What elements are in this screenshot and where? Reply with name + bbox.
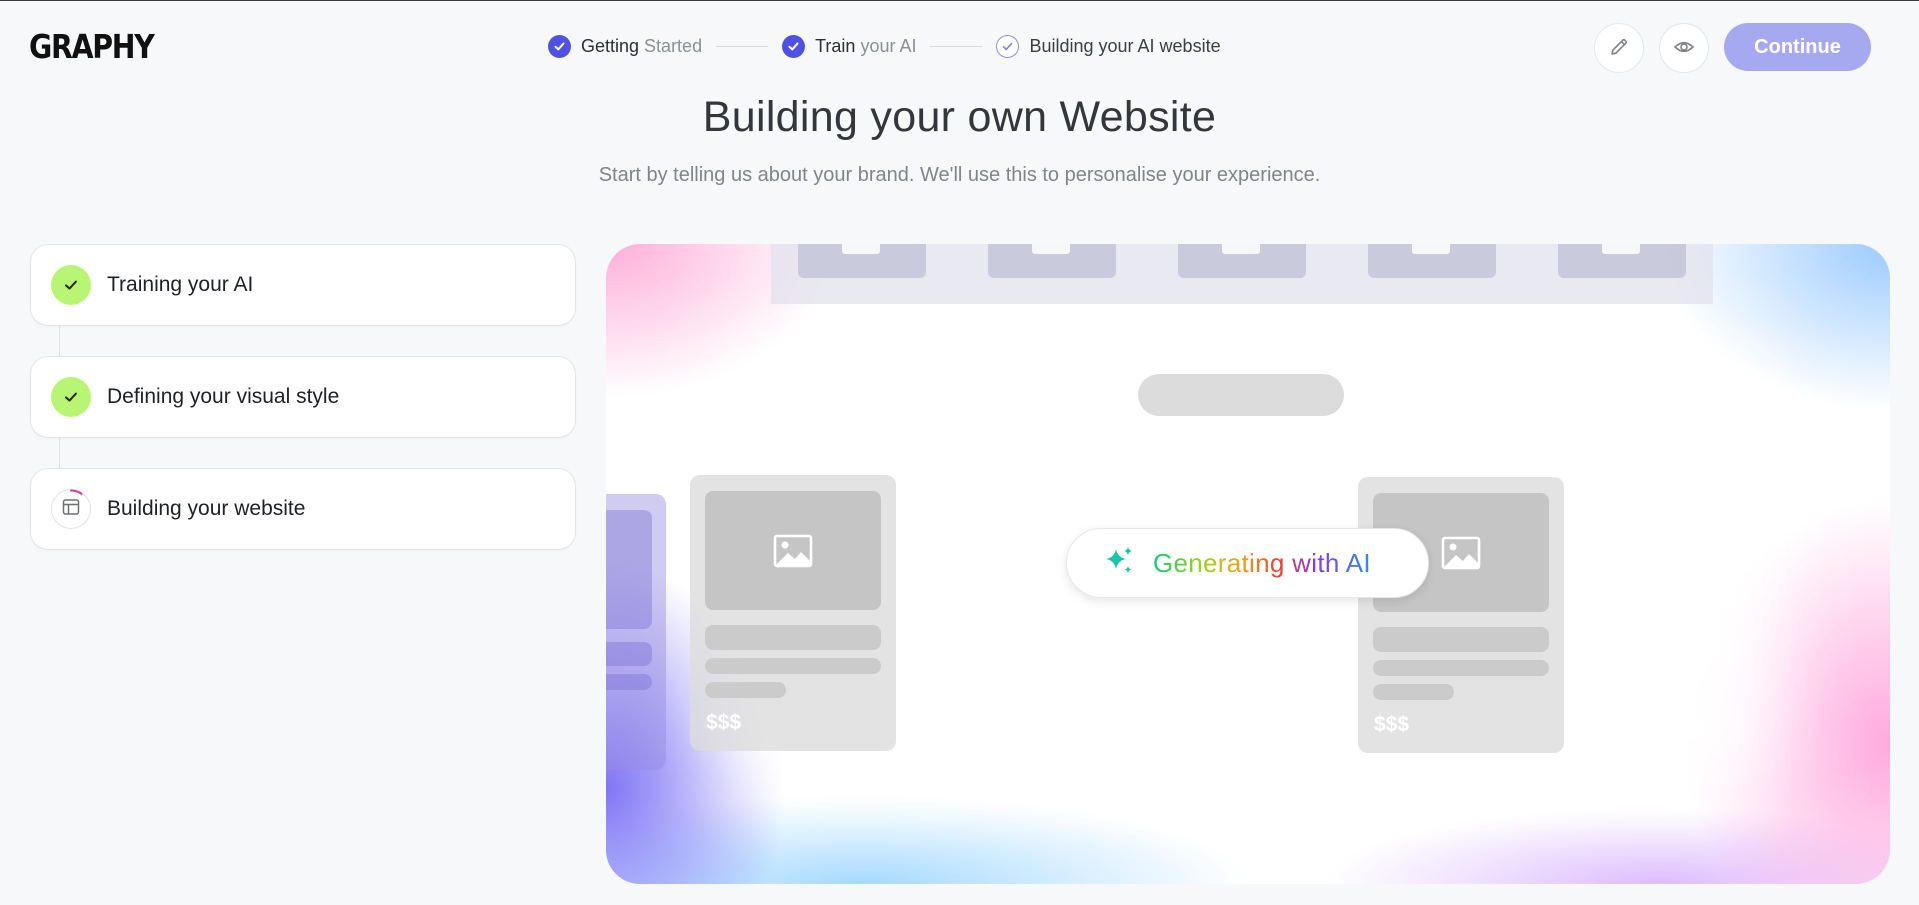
image-icon xyxy=(705,491,881,610)
progress-connector xyxy=(59,438,60,470)
eye-icon xyxy=(1673,36,1695,61)
progress-item-label: Defining your visual style xyxy=(107,385,340,408)
product-card-placeholder: $$$ xyxy=(690,475,896,751)
step-building-website: Building your AI website xyxy=(996,34,1221,58)
edit-button[interactable] xyxy=(1594,23,1644,73)
onboarding-stepper: Getting Started Train your AI Building y… xyxy=(548,33,1221,59)
step-getting-started: Getting Started xyxy=(548,34,703,58)
check-icon xyxy=(51,377,91,417)
step-divider xyxy=(716,45,769,47)
progress-connector xyxy=(59,326,60,358)
price-placeholder: $$$ xyxy=(706,711,742,734)
check-circle-outline-icon xyxy=(996,34,1020,58)
page-subtitle: Start by telling us about your brand. We… xyxy=(598,164,1321,186)
step-label: Building your AI website xyxy=(1029,35,1221,56)
progress-item-training-ai: Training your AI xyxy=(30,244,576,326)
product-card-placeholder: $$$ xyxy=(1358,477,1564,753)
check-icon xyxy=(51,265,91,305)
page-title: Building your own Website xyxy=(702,93,1217,141)
graphy-logo: GRAPHY xyxy=(29,27,155,66)
check-circle-icon xyxy=(782,34,806,58)
nav-tile-placeholder xyxy=(1558,244,1686,278)
website-preview: $$$ $$$ Generating with AI xyxy=(606,244,1890,884)
step-divider xyxy=(930,45,983,47)
preview-button[interactable] xyxy=(1659,23,1709,73)
product-card-placeholder xyxy=(606,494,666,770)
step-train-your-ai: Train your AI xyxy=(782,34,917,58)
loading-spinner xyxy=(51,489,91,529)
progress-item-label: Building your website xyxy=(107,497,306,520)
nav-tile-placeholder xyxy=(1178,244,1306,278)
generating-status: Generating with AI xyxy=(1066,528,1429,598)
progress-item-building-website: Building your website xyxy=(30,468,576,550)
progress-item-label: Training your AI xyxy=(107,273,254,296)
nav-tile-placeholder xyxy=(1368,244,1496,278)
check-circle-icon xyxy=(548,34,571,58)
progress-item-visual-style: Defining your visual style xyxy=(30,356,576,438)
nav-tile-placeholder xyxy=(988,244,1116,278)
heading-placeholder xyxy=(1138,374,1344,416)
step-label: Getting Started xyxy=(581,35,703,56)
continue-button[interactable]: Continue xyxy=(1724,23,1871,71)
nav-tile-placeholder xyxy=(798,244,926,278)
nav-placeholder xyxy=(771,244,1713,304)
sparkle-icon xyxy=(1103,544,1137,583)
price-placeholder: $$$ xyxy=(1374,713,1410,736)
step-label: Train your AI xyxy=(815,35,917,56)
generating-label: Generating with AI xyxy=(1153,547,1371,578)
pencil-icon xyxy=(1608,36,1630,61)
